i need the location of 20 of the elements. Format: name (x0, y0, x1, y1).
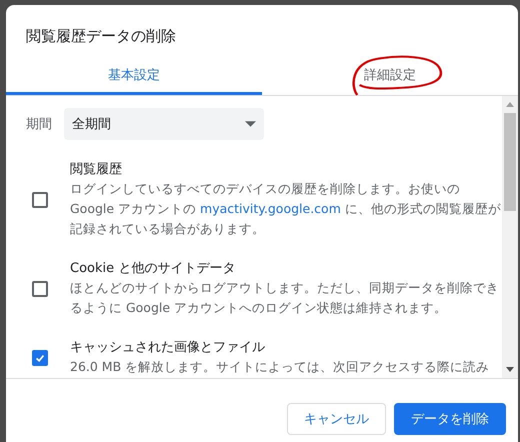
option-title: Cookie と他のサイトデータ (70, 260, 236, 278)
activity-link[interactable]: myactivity.google.com (200, 201, 341, 216)
option-title: 閲覧履歴 (70, 161, 123, 179)
scroll-down-icon[interactable] (506, 367, 514, 372)
scrollbar[interactable] (502, 96, 518, 378)
checkbox[interactable] (32, 192, 48, 208)
time-range-label: 期間 (26, 116, 53, 133)
time-range-dropdown[interactable]: 全期間 (64, 108, 264, 140)
checkbox[interactable] (32, 280, 48, 296)
option-description: 26.0 MB を解放します。サイトによっては、次回アクセスする際に読み (70, 358, 490, 376)
tab[interactable]: 詳細設定 (262, 57, 518, 95)
checkbox[interactable] (32, 350, 48, 366)
option-description: ほとんどのサイトからログアウトします。ただし、同期データを削除できるように Google アカウントへのログイン状態は維持されます。 (70, 279, 500, 317)
delete-data-button[interactable]: データを削除 (394, 403, 506, 435)
cancel-button[interactable]: キャンセル (287, 403, 386, 435)
dialog-title: 閲覧履歴データの削除 (25, 26, 177, 47)
caret-icon (245, 121, 256, 127)
option-description: ログインしているすべてのデバイスの履歴を削除します。お使いの Google アカウントの myactivity.google.com に、他の形式の閲覧履歴が記録されている場合があります。 (70, 180, 502, 238)
option-title: キャッシュされた画像とファイル (70, 339, 266, 357)
tab[interactable]: 基本設定 (6, 57, 262, 95)
